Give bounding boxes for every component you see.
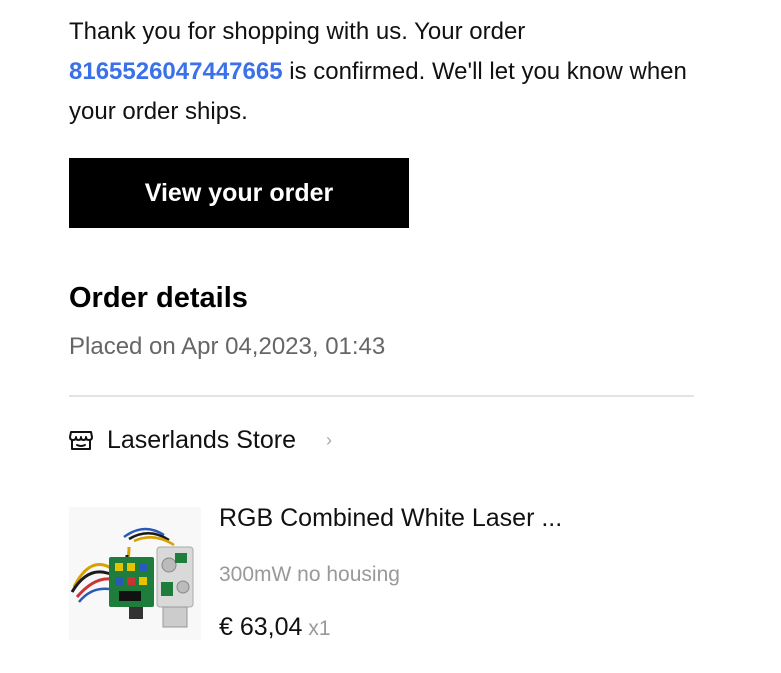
store-icon — [67, 426, 95, 454]
product-image[interactable] — [69, 507, 201, 640]
store-link[interactable]: Laserlands Store › — [67, 420, 332, 460]
product-price-row: € 63,04 x1 — [219, 613, 331, 642]
view-your-order-button[interactable]: View your order — [69, 158, 409, 228]
store-name: Laserlands Store — [107, 425, 297, 454]
product-quantity: x1 — [308, 617, 331, 640]
intro-text-before: Thank you for shopping with us. Your ord… — [69, 18, 526, 45]
order-number-link[interactable]: 8165526047447665 — [69, 58, 283, 85]
chevron-right-icon: › — [326, 429, 333, 450]
order-details-heading: Order details — [69, 282, 248, 314]
product-variant: 300mW no housing — [219, 563, 400, 586]
product-title[interactable]: RGB Combined White Laser ... — [219, 504, 562, 533]
order-confirmation-message: Thank you for shopping with us. Your ord… — [69, 12, 709, 132]
product-price: € 63,04 — [219, 613, 303, 641]
placed-on-date: Placed on Apr 04,2023, 01:43 — [69, 333, 386, 360]
divider — [69, 395, 694, 397]
